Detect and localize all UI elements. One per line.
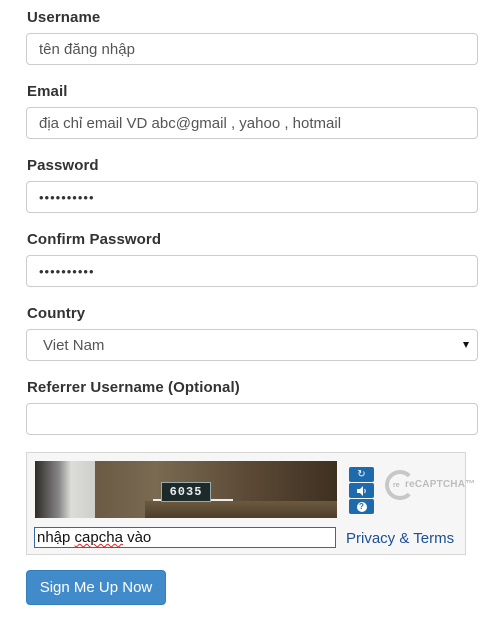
referrer-label: Referrer Username (Optional) [27,379,240,396]
sign-up-button[interactable]: Sign Me Up Now [26,570,166,605]
captcha-image-column [35,461,95,518]
speaker-icon [356,485,366,496]
country-select-value: Viet Nam [43,336,105,354]
audio-icon[interactable] [349,483,374,498]
confirm-password-label: Confirm Password [27,231,162,248]
email-input-value: địa chỉ email VD abc@gmail , yahoo , hot… [39,114,342,132]
country-select[interactable]: Viet Nam [26,329,478,361]
username-input[interactable]: tên đăng nhập [26,33,478,65]
email-input[interactable]: địa chỉ email VD abc@gmail , yahoo , hot… [26,107,478,139]
country-label: Country [27,305,86,322]
recaptcha-logo-re: re [393,482,400,489]
password-input-value: •••••••••• [39,189,95,205]
recaptcha-logo-text: reCAPTCHA™ [405,479,476,490]
captcha-widget: 6035 ↻ ? re reCAPTCHA™ nhập capcha vào P… [26,452,475,555]
captcha-input-text-suffix: vào [122,529,152,546]
referrer-input[interactable] [26,403,478,435]
help-icon[interactable]: ? [349,499,374,514]
username-label: Username [27,9,101,26]
captcha-image: 6035 [35,461,337,518]
confirm-password-input-value: •••••••••• [39,263,95,279]
captcha-image-wall [145,501,337,518]
recaptcha-logo: re reCAPTCHA™ [385,468,475,512]
captcha-image-number: 6035 [161,482,211,502]
password-label: Password [27,157,99,174]
refresh-icon[interactable]: ↻ [349,467,374,482]
captcha-input-text-prefix: nhập [37,529,75,546]
confirm-password-input[interactable]: •••••••••• [26,255,478,287]
email-label: Email [27,83,68,100]
question-icon: ? [356,501,367,512]
chevron-down-icon [463,342,469,348]
captcha-input[interactable]: nhập capcha vào [34,527,336,548]
password-input[interactable]: •••••••••• [26,181,478,213]
privacy-terms-link[interactable]: Privacy & Terms [346,530,454,547]
captcha-input-text-misspelled: capcha [74,529,123,546]
username-input-value: tên đăng nhập [39,40,135,58]
